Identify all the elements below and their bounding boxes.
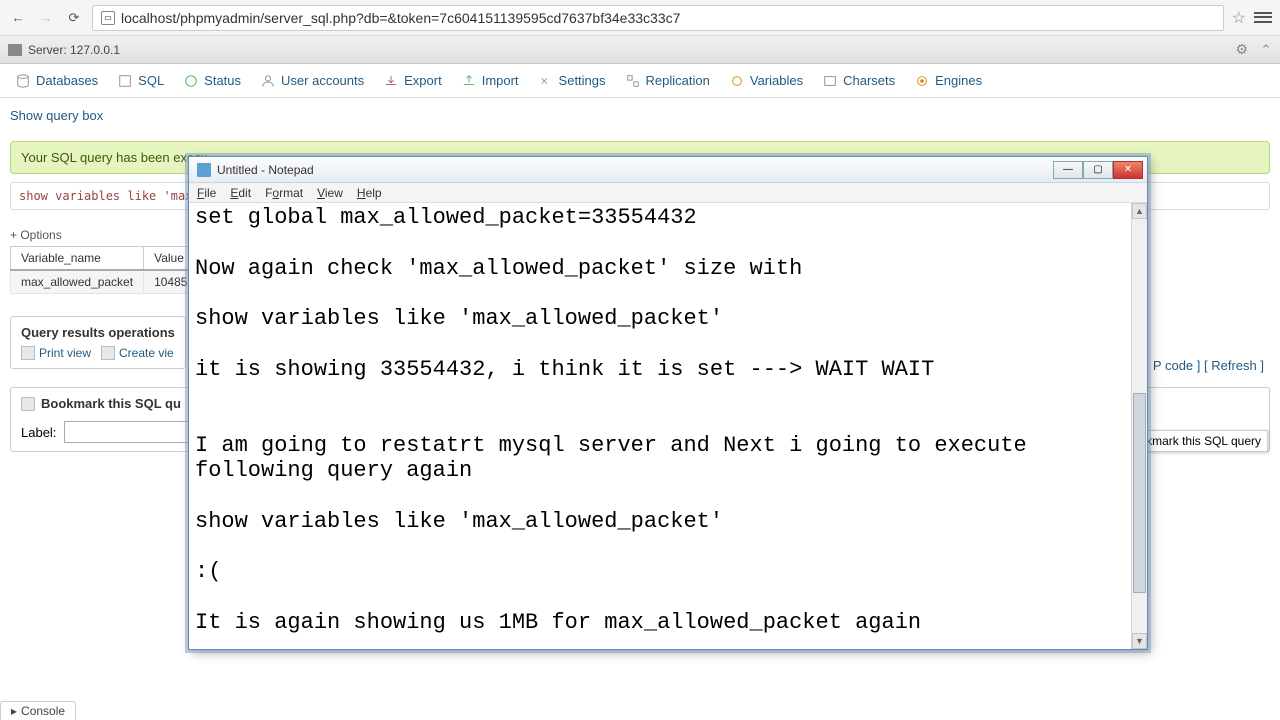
reload-button[interactable]: ⟳ xyxy=(64,8,84,28)
col-variable-name[interactable]: Variable_name xyxy=(11,247,144,271)
query-results-operations: Query results operations Print view Crea… xyxy=(10,316,186,369)
nav-tabs: Databases SQL Status User accounts Expor… xyxy=(0,64,1280,98)
console-tab[interactable]: ▸ Console xyxy=(0,701,76,720)
tab-engines[interactable]: Engines xyxy=(905,67,992,94)
server-label: Server: 127.0.0.1 xyxy=(28,43,120,57)
create-view-button[interactable]: Create vie xyxy=(101,346,174,360)
export-icon xyxy=(384,74,398,88)
bookmark-star-icon[interactable]: ☆ xyxy=(1232,8,1246,28)
url-text: localhost/phpmyadmin/server_sql.php?db=&… xyxy=(121,10,680,26)
close-button[interactable]: ✕ xyxy=(1113,161,1143,179)
show-query-box-link[interactable]: Show query box xyxy=(10,108,103,123)
forward-button[interactable]: → xyxy=(36,8,56,28)
hamburger-menu-icon[interactable] xyxy=(1254,9,1272,27)
sql-icon xyxy=(118,74,132,88)
users-icon xyxy=(261,74,275,88)
collapse-icon[interactable]: ⌃ xyxy=(1260,42,1272,58)
result-table: Variable_name Value max_allowed_packet 1… xyxy=(10,246,212,294)
bookmark-icon xyxy=(21,397,35,411)
notepad-window: Untitled - Notepad — ▢ ✕ File Edit Forma… xyxy=(188,156,1148,650)
tab-sql[interactable]: SQL xyxy=(108,67,174,94)
server-icon xyxy=(8,44,22,56)
back-button[interactable]: ← xyxy=(8,8,28,28)
menu-view[interactable]: View xyxy=(317,186,343,200)
tab-variables[interactable]: Variables xyxy=(720,67,813,94)
refresh-link[interactable]: Refresh xyxy=(1211,358,1257,373)
tab-settings[interactable]: Settings xyxy=(529,67,616,94)
result-links: P code ] [ Refresh ] xyxy=(1153,358,1264,373)
notepad-titlebar[interactable]: Untitled - Notepad — ▢ ✕ xyxy=(189,157,1147,183)
browser-toolbar: ← → ⟳ ▭ localhost/phpmyadmin/server_sql.… xyxy=(0,0,1280,36)
page-icon: ▭ xyxy=(101,11,115,25)
bookmark-title: Bookmark this SQL qu xyxy=(41,396,181,411)
table-row: max_allowed_packet 1048576 xyxy=(11,270,212,294)
status-icon xyxy=(184,74,198,88)
server-breadcrumb: Server: 127.0.0.1 ⚙ ⌃ xyxy=(0,36,1280,64)
print-view-button[interactable]: Print view xyxy=(21,346,91,360)
gear-icon[interactable]: ⚙ xyxy=(1235,41,1248,58)
engines-icon xyxy=(915,74,929,88)
scroll-thumb[interactable] xyxy=(1133,393,1146,593)
maximize-button[interactable]: ▢ xyxy=(1083,161,1113,179)
view-icon xyxy=(101,346,115,360)
notepad-title: Untitled - Notepad xyxy=(217,163,1047,177)
console-chevron-icon: ▸ xyxy=(11,704,17,718)
tab-import[interactable]: Import xyxy=(452,67,529,94)
replication-icon xyxy=(626,74,640,88)
notepad-textarea[interactable]: set global max_allowed_packet=33554432 N… xyxy=(189,203,1147,649)
settings-icon xyxy=(539,74,553,88)
minimize-button[interactable]: — xyxy=(1053,161,1083,179)
scroll-up-icon[interactable]: ▲ xyxy=(1132,203,1147,219)
menu-file[interactable]: File xyxy=(197,186,216,200)
menu-edit[interactable]: Edit xyxy=(230,186,251,200)
php-code-link[interactable]: P code xyxy=(1153,358,1193,373)
notepad-icon xyxy=(197,163,211,177)
variables-icon xyxy=(730,74,744,88)
ops-title: Query results operations xyxy=(21,325,175,340)
notepad-menubar: File Edit Format View Help xyxy=(189,183,1147,203)
menu-help[interactable]: Help xyxy=(357,186,382,200)
import-icon xyxy=(462,74,476,88)
cell-variable-name: max_allowed_packet xyxy=(11,270,144,294)
database-icon xyxy=(16,74,30,88)
tab-status[interactable]: Status xyxy=(174,67,251,94)
scrollbar[interactable]: ▲ ▼ xyxy=(1131,203,1147,649)
notepad-body: set global max_allowed_packet=33554432 N… xyxy=(189,203,1147,649)
tab-replication[interactable]: Replication xyxy=(616,67,720,94)
tab-user-accounts[interactable]: User accounts xyxy=(251,67,374,94)
tab-charsets[interactable]: Charsets xyxy=(813,67,905,94)
scroll-down-icon[interactable]: ▼ xyxy=(1132,633,1147,649)
label-label: Label: xyxy=(21,425,56,440)
charsets-icon xyxy=(823,74,837,88)
tab-export[interactable]: Export xyxy=(374,67,452,94)
print-icon xyxy=(21,346,35,360)
tab-databases[interactable]: Databases xyxy=(6,67,108,94)
address-bar[interactable]: ▭ localhost/phpmyadmin/server_sql.php?db… xyxy=(92,5,1224,31)
menu-format[interactable]: Format xyxy=(265,186,303,200)
